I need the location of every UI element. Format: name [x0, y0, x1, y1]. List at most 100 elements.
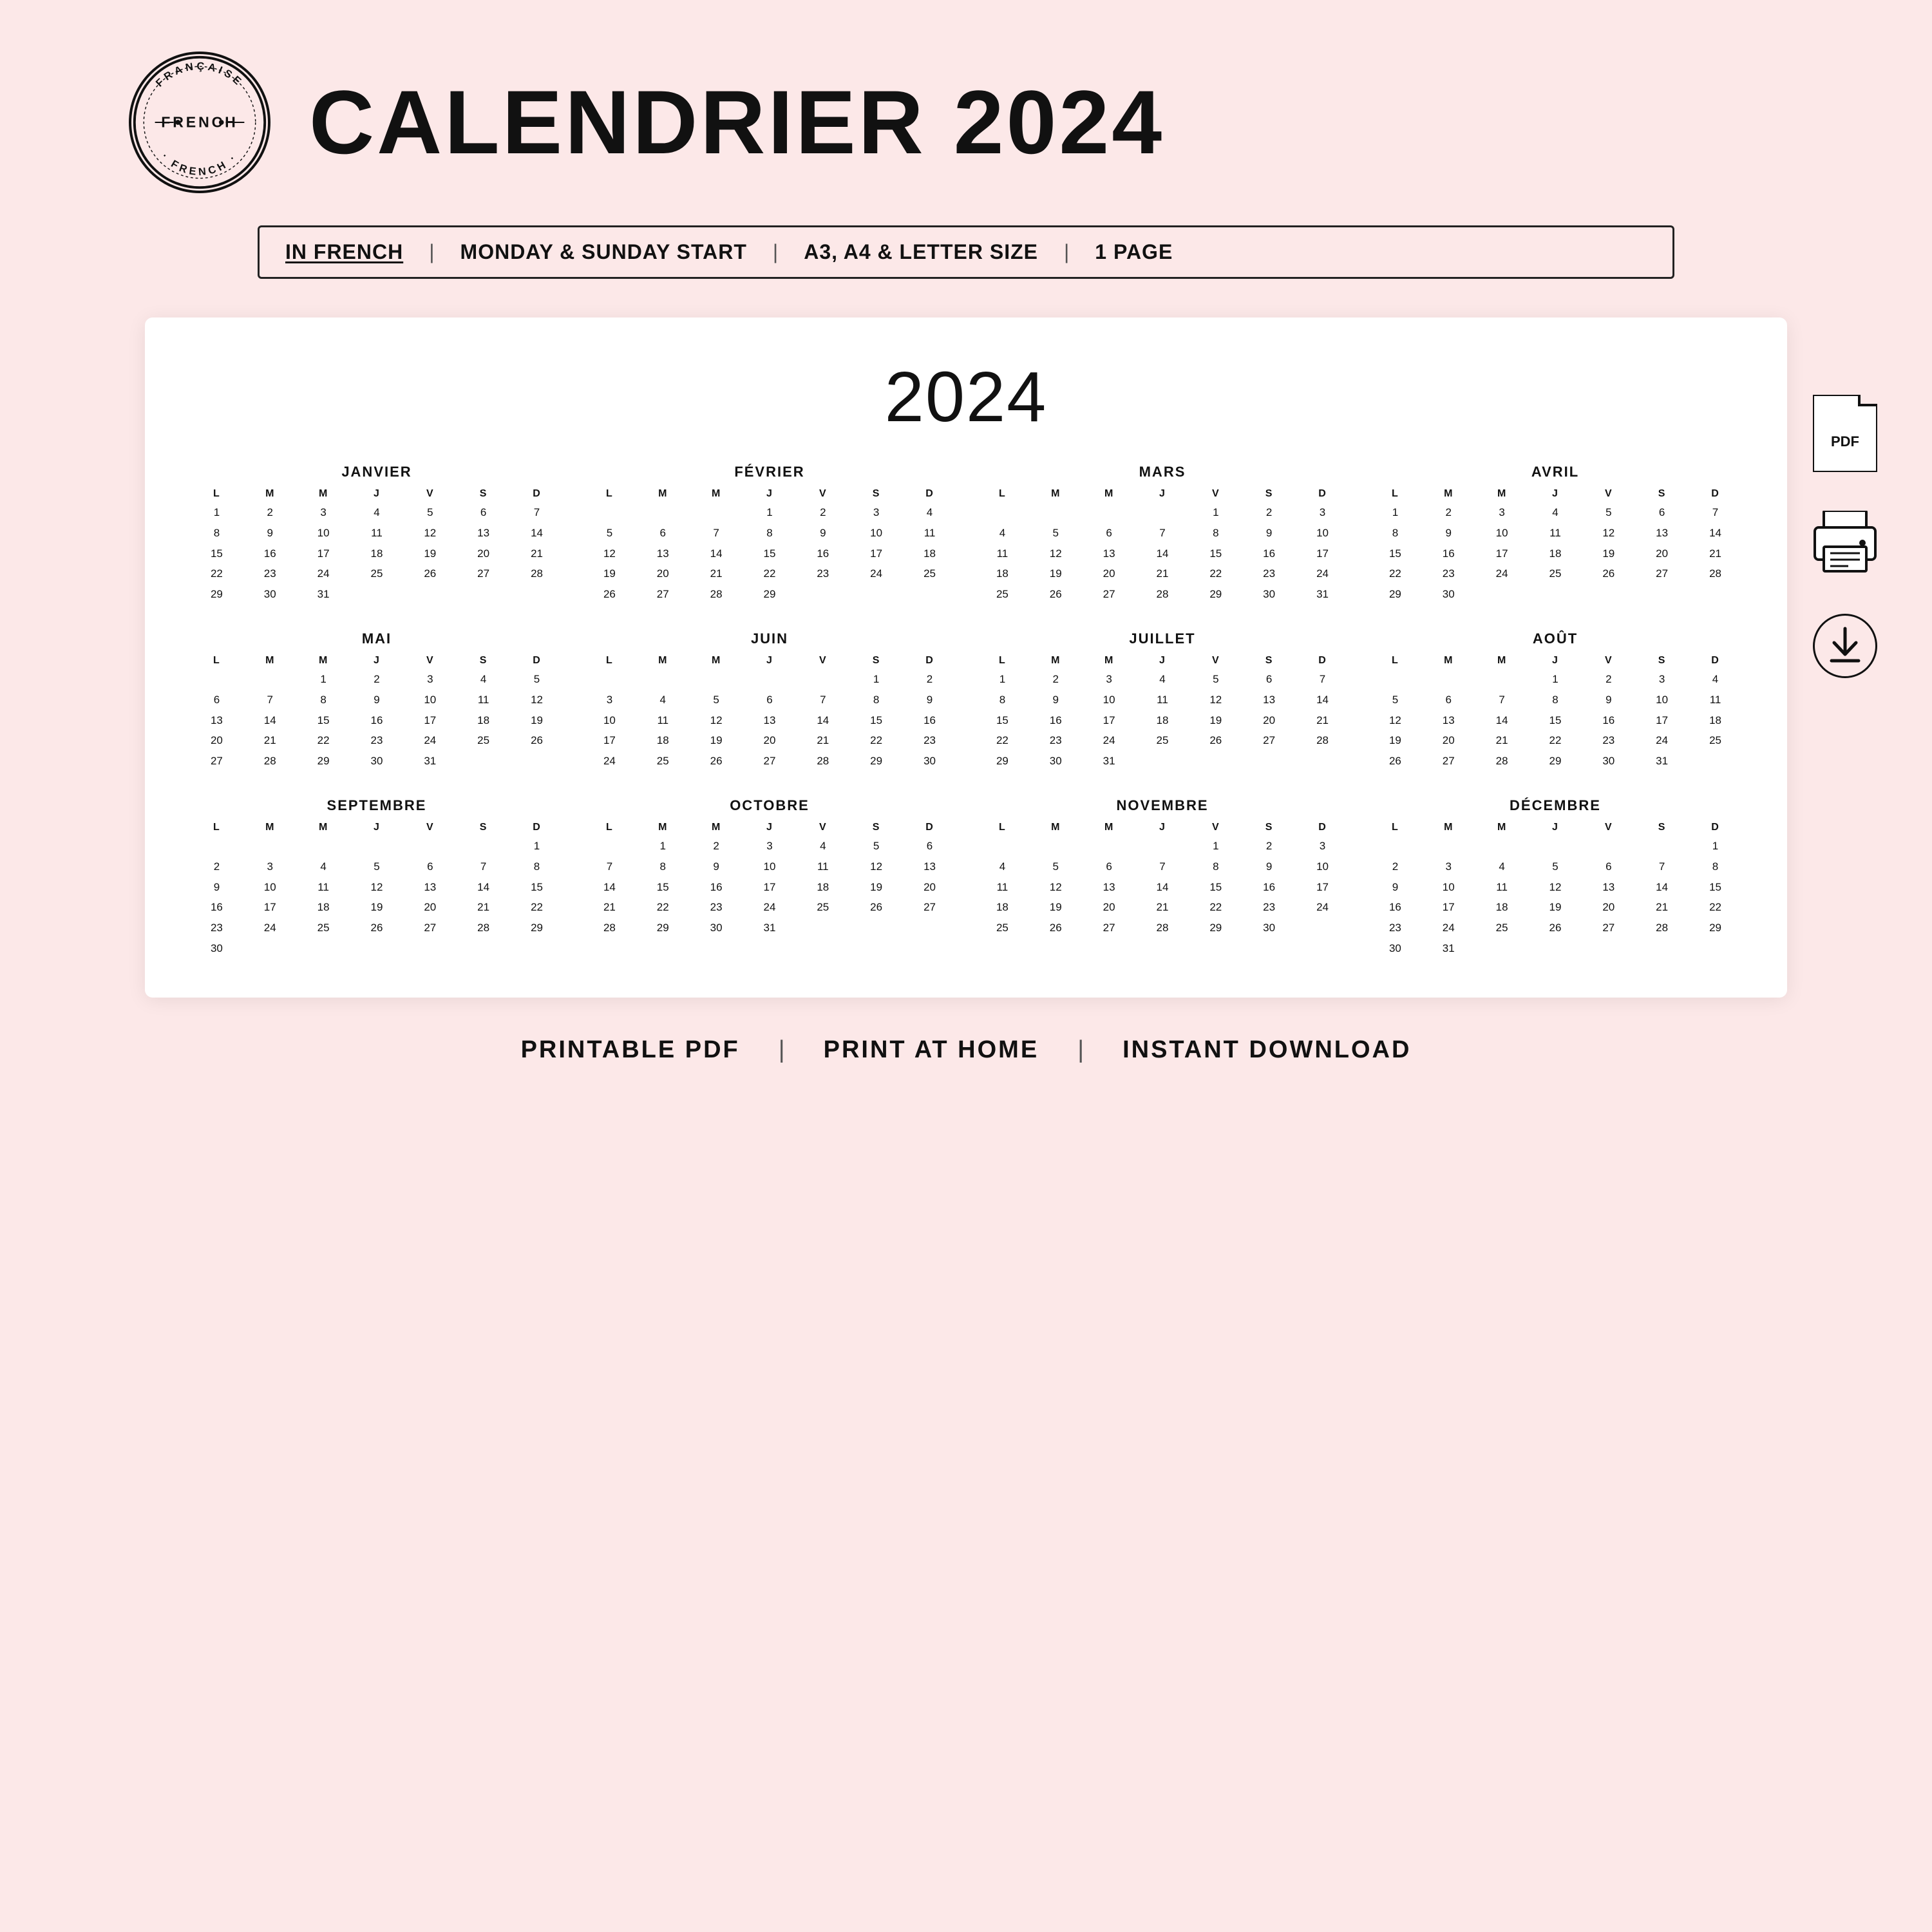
info-bar: IN FRENCH | MONDAY & SUNDAY START | A3, … — [258, 225, 1674, 279]
day-cell — [583, 502, 636, 523]
day-cell: 20 — [636, 564, 690, 584]
day-cell: 19 — [1029, 897, 1083, 918]
day-header: M — [690, 819, 743, 836]
day-cell: 13 — [403, 877, 457, 898]
day-cell: 31 — [743, 918, 797, 938]
day-cell — [190, 836, 243, 857]
day-cell: 20 — [403, 897, 457, 918]
day-cell: 14 — [243, 710, 297, 731]
day-cell: 1 — [636, 836, 690, 857]
day-cell: 29 — [1529, 751, 1582, 772]
day-header: L — [976, 819, 1029, 836]
day-cell: 20 — [1083, 897, 1136, 918]
week-row: 891011121314 — [190, 523, 564, 544]
day-cell: 17 — [583, 730, 636, 751]
day-cell: 6 — [1083, 857, 1136, 877]
month-name-6: JUILLET — [976, 630, 1349, 647]
day-cell: 15 — [976, 710, 1029, 731]
day-header: S — [849, 819, 903, 836]
week-row: 24252627282930 — [583, 751, 956, 772]
day-cell: 30 — [243, 584, 297, 605]
day-cell: 30 — [1029, 751, 1083, 772]
day-cell: 4 — [1136, 669, 1189, 690]
day-cell — [796, 669, 849, 690]
day-header: V — [796, 486, 849, 502]
day-header: J — [350, 486, 404, 502]
day-cell: 20 — [743, 730, 797, 751]
day-header: S — [457, 819, 510, 836]
day-header: M — [1029, 819, 1083, 836]
day-cell: 30 — [690, 918, 743, 938]
month-block-0: JANVIERLMMJVSD12345678910111213141516171… — [190, 464, 564, 605]
day-header: D — [1296, 819, 1349, 836]
week-row: 293031 — [190, 584, 564, 605]
day-cell: 17 — [743, 877, 797, 898]
day-cell: 8 — [190, 523, 243, 544]
month-table-5: LMMJVSD123456789101112131415161718192021… — [583, 652, 956, 772]
week-row: 20212223242526 — [190, 730, 564, 751]
day-cell: 31 — [1635, 751, 1689, 772]
week-row: 262728293031 — [1368, 751, 1742, 772]
footer-item-2: INSTANT DOWNLOAD — [1122, 1036, 1411, 1064]
day-cell: 28 — [243, 751, 297, 772]
day-cell: 31 — [403, 751, 457, 772]
day-cell — [583, 669, 636, 690]
day-header: L — [190, 486, 243, 502]
day-header: V — [796, 819, 849, 836]
day-cell: 3 — [849, 502, 903, 523]
day-cell — [403, 836, 457, 857]
day-cell: 1 — [1189, 836, 1242, 857]
day-cell: 11 — [350, 523, 404, 544]
day-cell: 18 — [350, 544, 404, 564]
day-header: M — [1422, 652, 1475, 669]
week-row: 25262728293031 — [976, 584, 1349, 605]
day-cell: 21 — [457, 897, 510, 918]
day-cell: 1 — [1368, 502, 1422, 523]
day-header: M — [1422, 486, 1475, 502]
day-cell: 26 — [849, 897, 903, 918]
day-cell: 29 — [636, 918, 690, 938]
day-cell: 2 — [1422, 502, 1475, 523]
day-header: J — [350, 819, 404, 836]
week-row: 293031 — [976, 751, 1349, 772]
day-cell: 6 — [636, 523, 690, 544]
day-cell: 11 — [903, 523, 956, 544]
day-cell: 15 — [1368, 544, 1422, 564]
month-table-11: LMMJVSD123456789101112131415161718192021… — [1368, 819, 1742, 959]
day-header: J — [743, 652, 797, 669]
footer-item-0: PRINTABLE PDF — [521, 1036, 740, 1064]
day-cell: 21 — [1296, 710, 1349, 731]
day-cell — [976, 836, 1029, 857]
day-cell: 9 — [903, 690, 956, 710]
day-cell: 20 — [1242, 710, 1296, 731]
download-icon-box — [1813, 614, 1877, 678]
day-cell: 15 — [297, 710, 350, 731]
month-block-9: OCTOBRELMMJVSD12345678910111213141516171… — [583, 797, 956, 959]
day-cell: 3 — [403, 669, 457, 690]
svg-text:· FRENCH ·: · FRENCH · — [159, 151, 240, 178]
day-cell: 4 — [976, 857, 1029, 877]
day-cell: 12 — [583, 544, 636, 564]
day-cell: 3 — [1422, 857, 1475, 877]
day-cell: 23 — [903, 730, 956, 751]
day-header: J — [1136, 486, 1189, 502]
day-cell: 15 — [190, 544, 243, 564]
svg-text:PDF: PDF — [1831, 433, 1859, 450]
day-header: D — [1689, 486, 1742, 502]
day-cell: 3 — [243, 857, 297, 877]
day-cell: 20 — [1083, 564, 1136, 584]
day-cell: 12 — [1029, 877, 1083, 898]
day-cell: 7 — [243, 690, 297, 710]
day-cell — [690, 669, 743, 690]
month-block-2: MARSLMMJVSD12345678910111213141516171819… — [976, 464, 1349, 605]
info-sep-2: | — [1064, 240, 1069, 264]
day-header: D — [1689, 652, 1742, 669]
day-cell: 19 — [1368, 730, 1422, 751]
month-block-11: DÉCEMBRELMMJVSD1234567891011121314151617… — [1368, 797, 1742, 959]
week-row: 15161718192021 — [1368, 544, 1742, 564]
day-cell: 25 — [636, 751, 690, 772]
week-row: 123 — [976, 836, 1349, 857]
day-cell: 5 — [403, 502, 457, 523]
day-header: M — [690, 486, 743, 502]
day-header: S — [1635, 486, 1689, 502]
